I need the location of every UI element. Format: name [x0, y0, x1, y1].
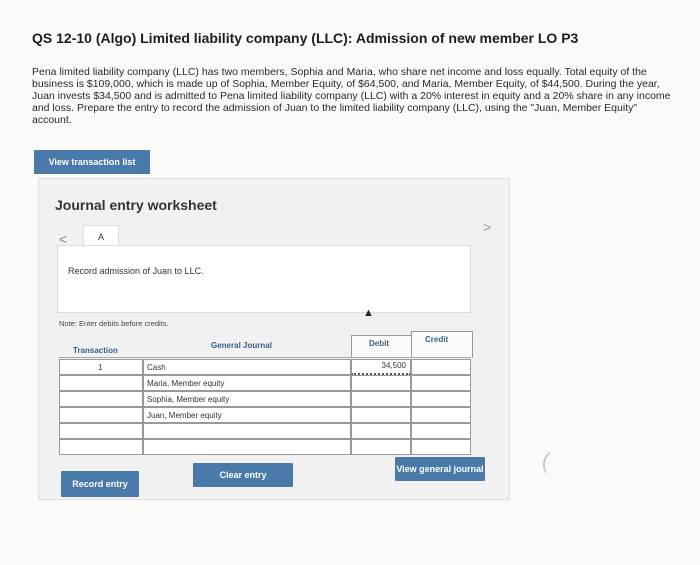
header-debit: Debit — [369, 339, 389, 348]
account-name: Maria, Member equity — [147, 379, 225, 388]
chevron-left-icon: ( — [539, 447, 552, 474]
debit-field[interactable] — [351, 407, 411, 423]
record-entry-button[interactable]: Record entry — [61, 471, 139, 497]
credit-field[interactable] — [411, 359, 471, 375]
chevron-right-icon[interactable]: > — [483, 219, 491, 235]
worksheet-title: Journal entry worksheet — [55, 197, 217, 213]
table-row: Maria, Member equity — [59, 375, 471, 391]
header-divider — [59, 357, 471, 358]
instruction-text: Record admission of Juan to LLC. — [68, 266, 204, 276]
view-general-journal-button[interactable]: View general journal — [395, 457, 485, 481]
credit-field[interactable] — [411, 375, 471, 391]
credit-field[interactable] — [411, 439, 471, 455]
debit-value: 34,500 — [381, 361, 406, 370]
account-field[interactable]: Cash — [143, 359, 351, 375]
credit-field[interactable] — [411, 423, 471, 439]
journal-table-header: Transaction General Journal Debit Credit — [59, 331, 473, 359]
transaction-number: 1 — [98, 363, 103, 372]
debit-field[interactable] — [351, 391, 411, 407]
view-transaction-list-button[interactable]: View transaction list — [34, 150, 150, 174]
cursor-arrow-icon: ▲ — [363, 307, 374, 319]
journal-entry-worksheet: Journal entry worksheet < A > Record adm… — [38, 178, 510, 500]
transaction-cell[interactable] — [59, 375, 143, 391]
account-field[interactable]: Juan, Member equity — [143, 407, 351, 423]
account-field[interactable] — [143, 423, 351, 439]
problem-title: QS 12-10 (Algo) Limited liability compan… — [32, 30, 579, 46]
note-text: Note: Enter debits before credits. — [59, 319, 169, 328]
account-field[interactable]: Maria, Member equity — [143, 375, 351, 391]
header-general-journal: General Journal — [211, 341, 272, 350]
table-row: Sophia, Member equity — [59, 391, 471, 407]
debit-field[interactable] — [351, 423, 411, 439]
debit-field[interactable]: 34,500 — [351, 359, 411, 375]
header-transaction: Transaction — [73, 346, 118, 355]
clear-entry-button[interactable]: Clear entry — [193, 463, 293, 487]
account-field[interactable] — [143, 439, 351, 455]
credit-field[interactable] — [411, 407, 471, 423]
transaction-cell[interactable]: 1 — [59, 359, 143, 375]
account-name: Cash — [147, 363, 166, 372]
account-name: Juan, Member equity — [147, 411, 222, 420]
table-row: Juan, Member equity — [59, 407, 471, 423]
account-field[interactable]: Sophia, Member equity — [143, 391, 351, 407]
table-row — [59, 439, 471, 455]
transaction-cell[interactable] — [59, 423, 143, 439]
debit-field[interactable] — [351, 439, 411, 455]
instruction-box: Record admission of Juan to LLC. — [57, 245, 471, 313]
transaction-cell[interactable] — [59, 439, 143, 455]
debit-field[interactable] — [351, 375, 411, 391]
table-row — [59, 423, 471, 439]
header-credit: Credit — [425, 335, 449, 344]
transaction-cell[interactable] — [59, 407, 143, 423]
problem-text: Pena limited liability company (LLC) has… — [32, 66, 671, 126]
table-row: 1 Cash 34,500 — [59, 359, 471, 375]
account-name: Sophia, Member equity — [147, 395, 230, 404]
credit-field[interactable] — [411, 391, 471, 407]
transaction-cell[interactable] — [59, 391, 143, 407]
